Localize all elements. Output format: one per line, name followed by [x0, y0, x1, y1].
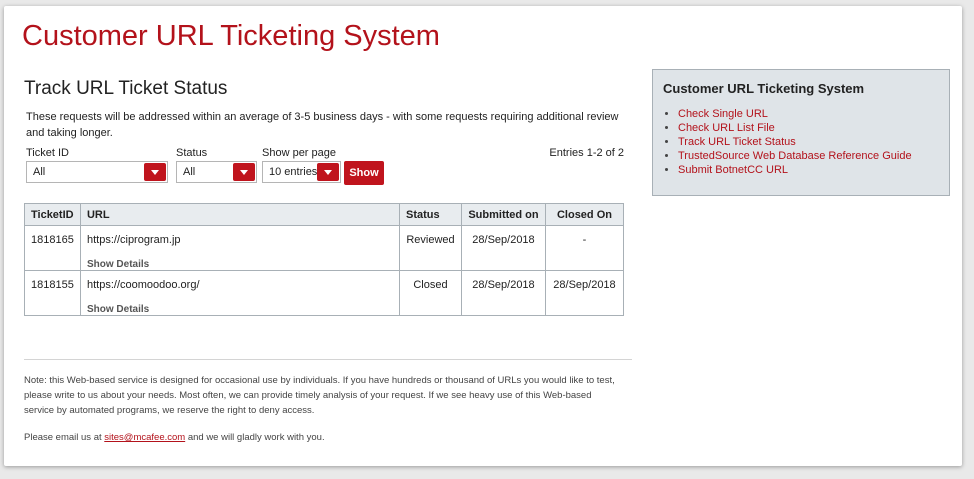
- ticket-id-cell: 1818155: [24, 270, 81, 316]
- per-page-label: Show per page: [262, 147, 336, 159]
- url-text: https://coomoodoo.org/: [86, 279, 200, 291]
- email-prefix: Please email us at: [24, 432, 105, 443]
- page-panel: Customer URL Ticketing System Track URL …: [4, 6, 962, 466]
- table-row: 1818165 https://ciprogram.jp Show Detail…: [24, 225, 625, 271]
- sidebar-item-check-url-list-file: Check URL List File: [678, 121, 912, 135]
- usage-note: Note: this Web-based service is designed…: [24, 375, 615, 416]
- chevron-down-icon[interactable]: [317, 163, 339, 181]
- intro-text: These requests will be addressed within …: [26, 111, 619, 139]
- page-title: Customer URL Ticketing System: [22, 20, 440, 52]
- status-label: Status: [176, 147, 208, 159]
- col-ticket-id[interactable]: TicketID: [24, 203, 81, 226]
- per-page-select[interactable]: 10 entries: [262, 161, 341, 183]
- sidebar-item-reference-guide: TrustedSource Web Database Reference Gui…: [678, 149, 912, 163]
- closed-cell: -: [544, 225, 625, 271]
- col-url[interactable]: URL: [79, 203, 401, 226]
- url-cell: https://ciprogram.jp Show Details: [79, 225, 401, 271]
- sidebar-link-submit-botnetcc-url[interactable]: Submit BotnetCC URL: [678, 164, 788, 176]
- divider: [24, 359, 632, 360]
- sidebar-item-track-url-ticket-status: Track URL Ticket Status: [678, 135, 912, 149]
- section-title: Track URL Ticket Status: [24, 78, 228, 99]
- status-select-value: All: [183, 166, 196, 178]
- col-status[interactable]: Status: [399, 203, 462, 226]
- tickets-table: TicketID URL Status Submitted on Closed …: [24, 203, 625, 316]
- sidebar-item-submit-botnetcc-url: Submit BotnetCC URL: [678, 163, 912, 177]
- email-suffix: and we will gladly work with you.: [185, 432, 325, 443]
- sidebar-link-check-single-url[interactable]: Check Single URL: [678, 108, 768, 120]
- sidebar-link-reference-guide[interactable]: TrustedSource Web Database Reference Gui…: [678, 150, 912, 162]
- sidebar-links: Check Single URL Check URL List File Tra…: [678, 107, 912, 177]
- ticket-id-label: Ticket ID: [26, 147, 69, 159]
- status-cell: Reviewed: [399, 225, 462, 271]
- show-details-link[interactable]: Show Details: [87, 259, 393, 270]
- ticket-id-cell: 1818165: [24, 225, 81, 271]
- show-details-link[interactable]: Show Details: [87, 304, 393, 315]
- sidebar-link-check-url-list-file[interactable]: Check URL List File: [678, 122, 775, 134]
- col-closed-on[interactable]: Closed On: [544, 203, 625, 226]
- email-link[interactable]: sites@mcafee.com: [104, 432, 185, 443]
- status-select[interactable]: All: [176, 161, 257, 183]
- show-button[interactable]: Show: [344, 161, 384, 185]
- table-header-row: TicketID URL Status Submitted on Closed …: [24, 203, 625, 226]
- per-page-select-value: 10 entries: [269, 166, 317, 178]
- sidebar-link-track-url-ticket-status[interactable]: Track URL Ticket Status: [678, 136, 796, 148]
- sidebar-title: Customer URL Ticketing System: [663, 81, 865, 96]
- url-cell: https://coomoodoo.org/ Show Details: [79, 270, 401, 316]
- table-row: 1818155 https://coomoodoo.org/ Show Deta…: [24, 270, 625, 316]
- filter-bar: Ticket ID All Status All Show per page 1…: [26, 147, 624, 187]
- chevron-down-icon[interactable]: [144, 163, 166, 181]
- col-submitted-on[interactable]: Submitted on: [460, 203, 546, 226]
- url-text: https://ciprogram.jp: [86, 234, 181, 246]
- sidebar-item-check-single-url: Check Single URL: [678, 107, 912, 121]
- sidebar-panel: Customer URL Ticketing System Check Sing…: [652, 69, 950, 196]
- entries-count: Entries 1-2 of 2: [549, 147, 624, 159]
- chevron-down-icon[interactable]: [233, 163, 255, 181]
- ticket-id-select[interactable]: All: [26, 161, 168, 183]
- email-line: Please email us at sites@mcafee.com and …: [24, 432, 325, 443]
- ticket-id-select-value: All: [33, 166, 46, 178]
- status-cell: Closed: [399, 270, 462, 316]
- submitted-cell: 28/Sep/2018: [460, 225, 546, 271]
- closed-cell: 28/Sep/2018: [544, 270, 625, 316]
- submitted-cell: 28/Sep/2018: [460, 270, 546, 316]
